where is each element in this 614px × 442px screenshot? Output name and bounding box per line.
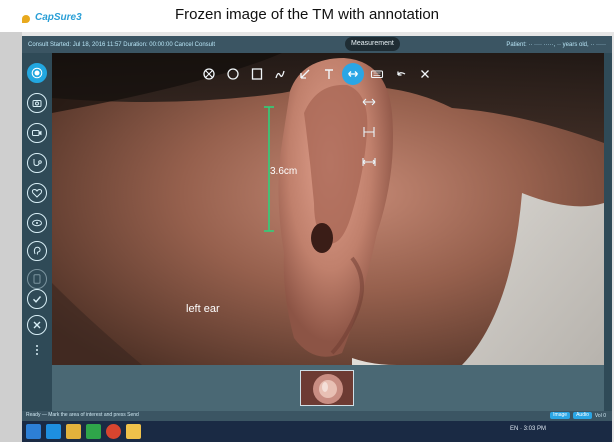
check-icon [33, 296, 42, 303]
left-sidebar [22, 53, 52, 411]
camera-icon [32, 100, 42, 107]
status-message: Ready — Mark the area of interest and pr… [26, 412, 139, 418]
circle-slash-tool-icon [203, 68, 215, 80]
chrome-icon[interactable] [106, 424, 121, 439]
annotation-toolbar [198, 63, 436, 85]
keyboard-tool-icon [370, 70, 384, 79]
stethoscope-icon [33, 159, 42, 167]
dermascope-button[interactable] [27, 213, 47, 233]
arrow-tool[interactable] [294, 63, 316, 85]
record-video-button[interactable] [27, 123, 47, 143]
system-tray: EN · 3:03 PM [510, 426, 547, 432]
caliper-icon [363, 127, 375, 137]
tympanic-membrane-image [301, 371, 353, 405]
image-viewer[interactable]: 3.6cm left ear [52, 53, 604, 365]
close-tools-button[interactable] [414, 63, 436, 85]
span-icon [362, 158, 376, 166]
captured-image-thumbnail[interactable] [300, 370, 354, 406]
audio-mode-button[interactable]: Audio [573, 412, 592, 419]
ellipse-tool[interactable] [222, 63, 244, 85]
live-video-button[interactable] [27, 63, 47, 83]
measure-vertical-option[interactable] [360, 95, 378, 107]
ellipse-tool-icon [227, 68, 239, 80]
double-arrow-icon [362, 98, 376, 106]
keyboard-tool[interactable] [366, 63, 388, 85]
rectangle-tool-icon [251, 68, 263, 80]
document-icon [33, 274, 41, 284]
measure-tool-icon [348, 71, 358, 77]
measure-tool[interactable] [342, 63, 364, 85]
end-consult-button[interactable] [27, 315, 47, 335]
tool-tooltip: Measurement [345, 37, 400, 51]
screenshot-root: Frozen image of the TM with annotation C… [0, 0, 614, 442]
ie-icon[interactable] [46, 424, 61, 439]
brand-logo: CapSure3 [22, 12, 82, 23]
right-panel [604, 53, 612, 411]
image-mode-button[interactable]: Image [550, 412, 571, 419]
otoscope-button[interactable] [27, 241, 47, 261]
measure-horizontal-option[interactable] [360, 155, 378, 167]
freehand-tool-icon [275, 70, 285, 79]
arrow-tool-icon [300, 69, 310, 79]
close-icon [421, 70, 429, 78]
freehand-tool[interactable] [270, 63, 292, 85]
undo-button[interactable] [390, 63, 412, 85]
scope-icon [32, 219, 42, 227]
live-icon [31, 67, 43, 79]
ear-photo [52, 53, 604, 365]
status-bar: Ready — Mark the area of interest and pr… [22, 411, 612, 421]
start-icon[interactable] [26, 424, 41, 439]
stethoscope-button[interactable] [27, 153, 47, 173]
folder-icon[interactable] [66, 424, 81, 439]
text-tool-icon [325, 69, 333, 79]
rectangle-tool[interactable] [246, 63, 268, 85]
ear-annotation: left ear [186, 303, 220, 315]
slide-header: Frozen image of the TM with annotation C… [0, 0, 614, 32]
circle-slash-tool[interactable] [198, 63, 220, 85]
slide-title: Frozen image of the TM with annotation [174, 6, 440, 23]
slide-margin [0, 32, 22, 442]
patient-info: Patient: ·· ···· ·····, ·· years old, ··… [506, 41, 606, 48]
windows-taskbar: EN · 3:03 PM [22, 421, 612, 442]
files-icon[interactable] [126, 424, 141, 439]
measurement-label: 3.6cm [270, 166, 298, 177]
heart-icon [31, 188, 43, 198]
capture-image-button[interactable] [27, 93, 47, 113]
ear-icon [33, 246, 41, 255]
vitals-button[interactable] [27, 183, 47, 203]
close-circle-icon [33, 321, 41, 329]
status-actions: Image Audio Vol 0 [550, 412, 606, 419]
text-tool[interactable] [318, 63, 340, 85]
document-button[interactable] [27, 269, 47, 289]
app-header: Consult Started: Jul 18, 2016 11:57 Dura… [22, 36, 612, 53]
logo-icon [22, 12, 32, 23]
video-icon [32, 130, 42, 136]
more-options-icon[interactable] [35, 343, 39, 357]
consult-info: Consult Started: Jul 18, 2016 11:57 Dura… [28, 41, 216, 48]
app-icon[interactable] [86, 424, 101, 439]
brand-name: CapSure3 [35, 12, 82, 23]
undo-icon [397, 71, 406, 76]
thumbnail-strip [52, 365, 604, 411]
measure-caliper-option[interactable] [360, 125, 378, 137]
volume-label: Vol 0 [594, 412, 606, 419]
accept-button[interactable] [27, 289, 47, 309]
